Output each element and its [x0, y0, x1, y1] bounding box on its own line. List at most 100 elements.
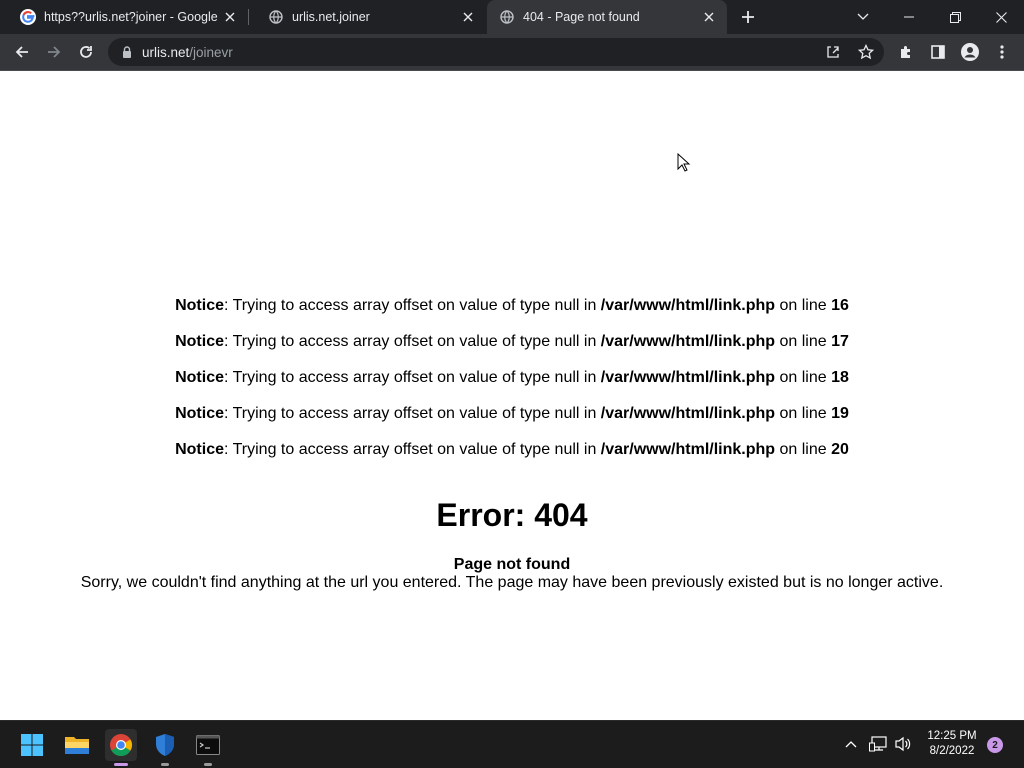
notice-line-number: 19 [831, 405, 849, 422]
show-hidden-icons-button[interactable] [840, 733, 862, 755]
browser-tab-strip: https??urlis.net?joiner - Google S urlis… [0, 0, 1024, 34]
taskbar-clock[interactable]: 12:25 PM 8/2/2022 [916, 729, 988, 759]
notice-message: : Trying to access array offset on value… [224, 333, 601, 350]
close-tab-icon[interactable] [458, 7, 478, 27]
close-window-button[interactable] [978, 0, 1024, 34]
windows-security-button[interactable] [149, 729, 181, 766]
new-tab-button[interactable] [736, 6, 760, 28]
extensions-button[interactable] [892, 38, 920, 66]
notice-file: /var/www/html/link.php [600, 369, 776, 386]
close-tab-icon[interactable] [699, 7, 719, 27]
browser-toolbar: urlis.net/joinevr [0, 34, 1024, 71]
running-indicator [204, 763, 212, 766]
google-icon [20, 9, 36, 25]
kebab-menu-icon [1000, 45, 1004, 59]
lock-icon[interactable] [120, 45, 134, 59]
running-indicator [114, 763, 128, 766]
address-bar[interactable]: urlis.net/joinevr [108, 38, 884, 66]
windows-taskbar: 12:25 PM 8/2/2022 2 [0, 720, 1024, 768]
back-button[interactable] [8, 38, 36, 66]
tab-google-search[interactable]: https??urlis.net?joiner - Google S [0, 0, 248, 34]
clock-date: 8/2/2022 [929, 745, 975, 757]
side-panel-button[interactable] [924, 38, 952, 66]
tab-title: urlis.net.joiner [292, 10, 370, 24]
minimize-icon [904, 16, 914, 18]
chevron-up-icon [845, 741, 857, 748]
notice-on-line: on line [775, 333, 832, 350]
url-path: /joinevr [189, 45, 233, 60]
tab-title: 404 - Page not found [523, 10, 640, 24]
notice-on-line: on line [775, 405, 832, 422]
globe-icon [499, 9, 515, 25]
url-text[interactable]: urlis.net/joinevr [142, 45, 233, 60]
not-found-message: Sorry, we couldn't find anything at the … [80, 574, 944, 591]
share-icon[interactable] [821, 40, 845, 64]
notice-message: : Trying to access array offset on value… [224, 297, 601, 314]
notice-on-line: on line [775, 441, 832, 458]
network-icon [869, 736, 887, 752]
profile-button[interactable] [956, 38, 984, 66]
start-button[interactable] [16, 729, 48, 761]
volume-button[interactable] [892, 733, 914, 755]
page-content: Notice: Trying to access array offset on… [0, 71, 1024, 720]
notice-on-line: on line [775, 369, 832, 386]
notice-label: Notice [175, 333, 224, 350]
arrow-left-icon [15, 46, 28, 58]
notice-on-line: on line [775, 297, 832, 314]
terminal-icon [196, 735, 220, 755]
windows-security-icon [156, 734, 174, 756]
notice-label: Notice [175, 297, 224, 314]
url-host: urlis.net [142, 45, 190, 60]
php-notice: Notice: Trying to access array offset on… [0, 368, 1024, 388]
tab-search-button[interactable] [840, 0, 886, 34]
profile-avatar-icon [961, 43, 979, 61]
close-icon [995, 11, 1007, 23]
tab-urlis-joiner[interactable]: urlis.net.joiner [248, 0, 486, 34]
php-notice: Notice: Trying to access array offset on… [0, 440, 1024, 460]
close-tab-icon[interactable] [220, 7, 240, 27]
notice-line-number: 17 [831, 333, 849, 350]
chevron-down-icon [857, 13, 869, 20]
speaker-icon [895, 736, 911, 752]
notice-label: Notice [175, 405, 224, 422]
plus-icon [742, 11, 754, 23]
chrome-icon [110, 734, 132, 756]
forward-button[interactable] [40, 38, 68, 66]
notification-badge[interactable]: 2 [987, 737, 1003, 753]
terminal-button[interactable] [192, 729, 224, 766]
not-found-heading: Page not found [453, 556, 571, 573]
notice-label: Notice [175, 441, 224, 458]
file-explorer-button[interactable] [61, 729, 93, 761]
notice-line-number: 18 [831, 369, 849, 386]
chrome-taskbar-button[interactable] [105, 729, 137, 766]
minimize-button[interactable] [886, 0, 932, 34]
notice-message: : Trying to access array offset on value… [224, 441, 601, 458]
network-status-button[interactable] [867, 733, 889, 755]
globe-icon [268, 9, 284, 25]
clock-time: 12:25 PM [927, 730, 977, 742]
side-panel-icon [931, 45, 945, 59]
tab-404-page[interactable]: 404 - Page not found [487, 0, 727, 34]
reload-icon [80, 46, 92, 58]
file-explorer-icon [65, 737, 89, 754]
notice-file: /var/www/html/link.php [600, 297, 776, 314]
php-notice: Notice: Trying to access array offset on… [0, 404, 1024, 424]
notice-file: /var/www/html/link.php [600, 405, 776, 422]
notice-line-number: 20 [831, 441, 849, 458]
reload-button[interactable] [72, 38, 100, 66]
php-notice: Notice: Trying to access array offset on… [0, 332, 1024, 352]
running-indicator [161, 763, 169, 766]
mouse-cursor-icon [677, 153, 691, 172]
notice-file: /var/www/html/link.php [600, 441, 776, 458]
notice-file: /var/www/html/link.php [600, 333, 776, 350]
restore-button[interactable] [932, 0, 978, 34]
restore-icon [949, 11, 961, 23]
php-notice: Notice: Trying to access array offset on… [0, 296, 1024, 316]
windows-start-icon [21, 734, 43, 756]
error-title: Error: 404 [436, 497, 588, 533]
notice-label: Notice [175, 369, 224, 386]
notice-message: : Trying to access array offset on value… [224, 405, 601, 422]
chrome-menu-button[interactable] [988, 38, 1016, 66]
bookmark-star-icon[interactable] [854, 40, 878, 64]
arrow-right-icon [48, 46, 61, 58]
